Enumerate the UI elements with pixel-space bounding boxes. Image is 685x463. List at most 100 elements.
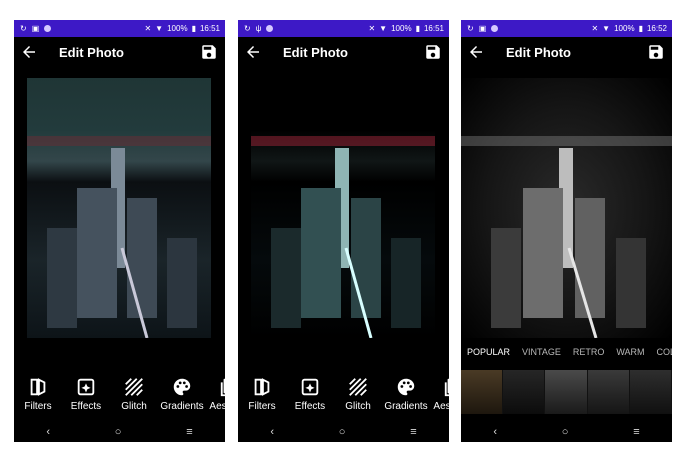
battery-icon: ▮ [191, 24, 196, 33]
aesthetic-label: Aesthetic [433, 401, 449, 412]
gradients-button[interactable]: Gradients [382, 376, 430, 420]
wifi-icon: ▼ [379, 24, 388, 33]
filters-label: Filters [248, 401, 276, 412]
battery-icon: ▮ [638, 24, 643, 33]
photo-preview [461, 78, 672, 338]
app-bar: Edit Photo [14, 37, 225, 69]
wifi-icon: ▼ [602, 24, 611, 33]
effects-label: Effects [294, 401, 326, 412]
status-bar: ↻ ▣ ✕ ▼ 100% ▮ 16:51 [14, 20, 225, 37]
photo-preview [251, 78, 435, 338]
glitch-button[interactable]: Glitch [110, 376, 158, 420]
filters-button[interactable]: Filters [238, 376, 286, 420]
back-arrow-icon[interactable] [467, 43, 485, 61]
glitch-icon [125, 378, 143, 396]
filters-label: Filters [24, 401, 52, 412]
sync-icon: ↻ [20, 24, 27, 33]
tab-cold[interactable]: COLD [657, 347, 672, 365]
nav-home-button[interactable]: ○ [339, 426, 346, 438]
nav-home-button[interactable]: ○ [115, 426, 122, 438]
nav-back-button[interactable]: ‹ [46, 426, 50, 438]
notification-icon: ▣ [478, 24, 487, 33]
filter-thumbnail[interactable] [461, 370, 504, 414]
effects-button[interactable]: Effects [62, 376, 110, 420]
nav-recents-button[interactable]: ≡ [410, 426, 416, 438]
aesthetic-icon [444, 378, 449, 397]
mute-icon: ✕ [368, 24, 376, 33]
filter-thumbnail[interactable] [503, 370, 546, 414]
nav-recents-button[interactable]: ≡ [186, 426, 192, 438]
page-title: Edit Photo [283, 45, 348, 60]
effects-icon [77, 378, 95, 396]
system-nav-bar: ‹ ○ ≡ [461, 422, 672, 442]
effects-button[interactable]: Effects [286, 376, 334, 420]
tab-retro[interactable]: RETRO [573, 347, 605, 365]
filter-thumbnail[interactable] [545, 370, 588, 414]
sync-icon: ↻ [244, 24, 251, 33]
mute-icon: ✕ [144, 24, 152, 33]
gradients-button[interactable]: Gradients [158, 376, 206, 420]
battery-percent: 100% [614, 24, 635, 33]
aesthetic-icon [220, 378, 225, 397]
phone-screen-1: ↻ ▣ ✕ ▼ 100% ▮ 16:51 Edit Photo Filters … [14, 20, 225, 442]
phone-screen-3: ↻ ▣ ✕ ▼ 100% ▮ 16:52 Edit Photo POPULAR … [461, 20, 672, 442]
palette-icon [397, 378, 415, 396]
status-time: 16:51 [199, 24, 220, 33]
wifi-icon: ▼ [155, 24, 164, 33]
notification-icon: ▣ [31, 24, 40, 33]
glitch-button[interactable]: Glitch [334, 376, 382, 420]
filters-icon [254, 378, 270, 396]
filter-thumbnail-strip [461, 370, 672, 414]
aesthetic-button[interactable]: Aesthetic [430, 376, 449, 420]
nav-home-button[interactable]: ○ [562, 426, 569, 438]
app-icon [44, 25, 52, 32]
filters-icon [30, 378, 46, 396]
status-time: 16:51 [423, 24, 444, 33]
battery-icon: ▮ [415, 24, 420, 33]
effects-label: Effects [70, 401, 102, 412]
filter-thumbnail[interactable] [587, 370, 630, 414]
photo-preview [27, 78, 211, 338]
save-icon[interactable] [424, 43, 442, 61]
glitch-icon [349, 378, 367, 396]
battery-percent: 100% [167, 24, 188, 33]
filters-button[interactable]: Filters [14, 376, 62, 420]
status-bar: ↻ ψ ✕ ▼ 100% ▮ 16:51 [238, 20, 449, 37]
tool-bar: Filters Effects Glitch Gradients Aesthet… [14, 376, 225, 420]
battery-percent: 100% [391, 24, 412, 33]
palette-icon [173, 378, 191, 396]
filter-thumbnail[interactable] [629, 370, 672, 414]
gradients-label: Gradients [160, 401, 204, 412]
effects-icon [301, 378, 319, 396]
nav-recents-button[interactable]: ≡ [633, 426, 639, 438]
nav-back-button[interactable]: ‹ [270, 426, 274, 438]
aesthetic-button[interactable]: Aesthetic [206, 376, 225, 420]
page-title: Edit Photo [59, 45, 124, 60]
app-icon [266, 25, 274, 32]
app-icon [491, 25, 499, 32]
phone-screen-2: ↻ ψ ✕ ▼ 100% ▮ 16:51 Edit Photo Filters … [238, 20, 449, 442]
tool-bar: Filters Effects Glitch Gradients Aesthet… [238, 376, 449, 420]
tab-vintage[interactable]: VINTAGE [522, 347, 561, 365]
gradients-label: Gradients [384, 401, 428, 412]
back-arrow-icon[interactable] [244, 43, 262, 61]
usb-icon: ψ [255, 24, 262, 33]
mute-icon: ✕ [591, 24, 599, 33]
page-title: Edit Photo [506, 45, 571, 60]
tab-warm[interactable]: WARM [616, 347, 644, 365]
status-bar: ↻ ▣ ✕ ▼ 100% ▮ 16:52 [461, 20, 672, 37]
app-bar: Edit Photo [238, 37, 449, 69]
save-icon[interactable] [647, 43, 665, 61]
system-nav-bar: ‹ ○ ≡ [238, 422, 449, 442]
save-icon[interactable] [200, 43, 218, 61]
tab-popular[interactable]: POPULAR [467, 347, 510, 365]
aesthetic-label: Aesthetic [209, 401, 225, 412]
sync-icon: ↻ [467, 24, 474, 33]
back-arrow-icon[interactable] [20, 43, 38, 61]
nav-back-button[interactable]: ‹ [493, 426, 497, 438]
system-nav-bar: ‹ ○ ≡ [14, 422, 225, 442]
filter-category-tabs: POPULAR VINTAGE RETRO WARM COLD [461, 347, 672, 365]
app-bar: Edit Photo [461, 37, 672, 69]
glitch-label: Glitch [121, 401, 147, 412]
glitch-label: Glitch [345, 401, 371, 412]
